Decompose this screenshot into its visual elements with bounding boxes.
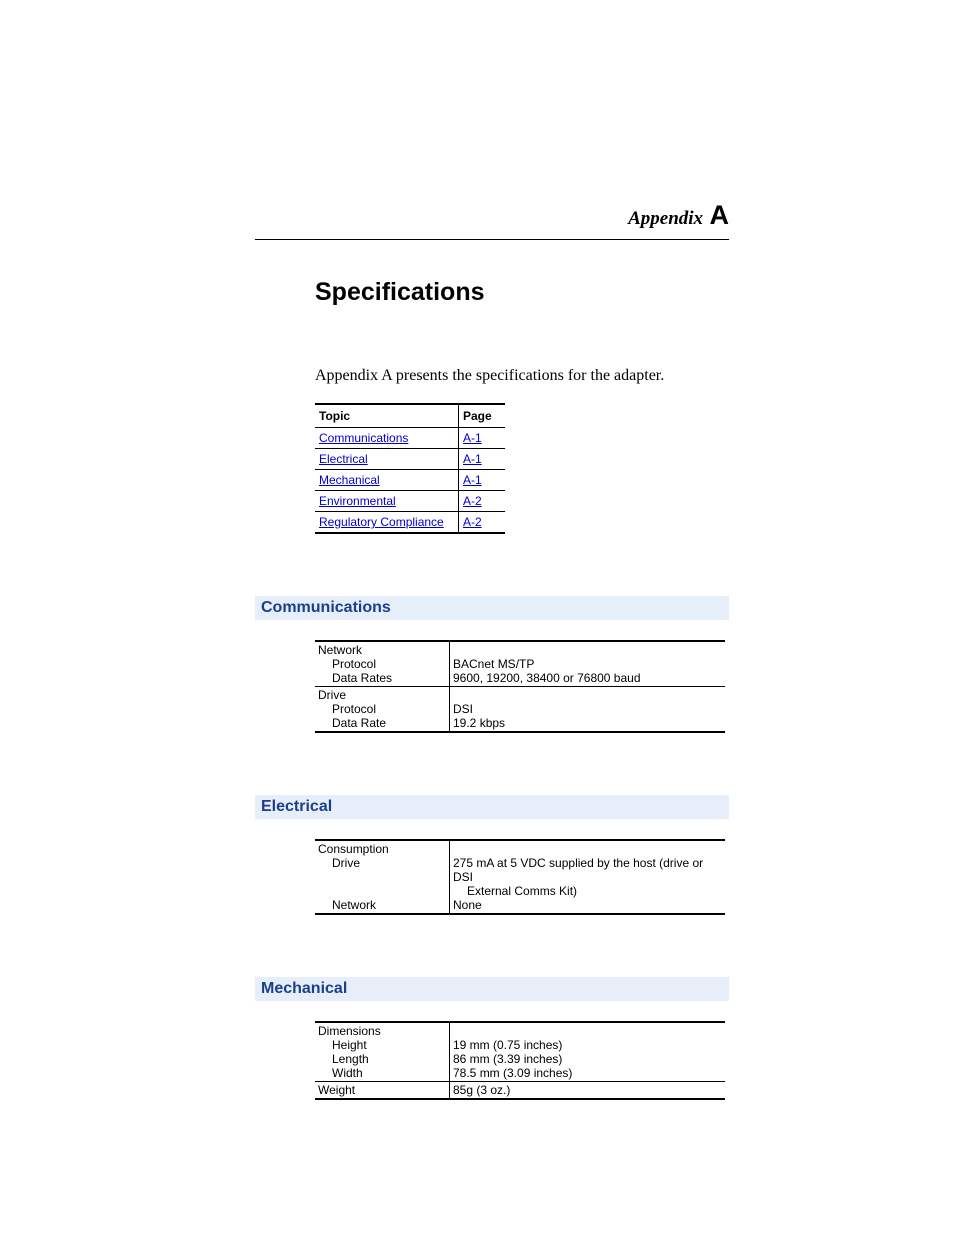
- appendix-header: Appendix A: [255, 200, 729, 240]
- mech-weight-value: 85g (3 oz.): [450, 1082, 726, 1100]
- elec-value: 275 mA at 5 VDC supplied by the host (dr…: [450, 840, 726, 914]
- toc-head-topic: Topic: [315, 404, 459, 428]
- toc-topic-link[interactable]: Electrical: [315, 449, 459, 470]
- page-title: Specifications: [315, 278, 729, 307]
- comm-group-label: Network Protocol Data Rates: [315, 641, 450, 687]
- mech-weight-label: Weight: [315, 1082, 450, 1100]
- toc-row: Regulatory Compliance A-2: [315, 512, 505, 534]
- electrical-table: Consumption Drive Network 275 mA at 5 VD…: [315, 839, 725, 915]
- comm-group-value: BACnet MS/TP 9600, 19200, 38400 or 76800…: [450, 641, 726, 687]
- toc-topic-link[interactable]: Communications: [315, 428, 459, 449]
- appendix-letter: A: [710, 200, 730, 230]
- section-heading-mechanical: Mechanical: [255, 977, 729, 1001]
- toc-topic-link[interactable]: Environmental: [315, 491, 459, 512]
- section-heading-communications: Communications: [255, 596, 729, 620]
- elec-label: Consumption Drive Network: [315, 840, 450, 914]
- comm-group-label: Drive Protocol Data Rate: [315, 687, 450, 733]
- comm-group-value: DSI 19.2 kbps: [450, 687, 726, 733]
- mech-dim-value: 19 mm (0.75 inches) 86 mm (3.39 inches) …: [450, 1022, 726, 1082]
- toc-row: Electrical A-1: [315, 449, 505, 470]
- toc-page-link[interactable]: A-1: [459, 428, 506, 449]
- toc-page-link[interactable]: A-2: [459, 512, 506, 534]
- page: Appendix A Specifications Appendix A pre…: [0, 0, 954, 1100]
- appendix-label: Appendix: [628, 208, 703, 229]
- toc-row: Communications A-1: [315, 428, 505, 449]
- communications-table: Network Protocol Data Rates BACnet MS/TP…: [315, 640, 725, 733]
- section-heading-electrical: Electrical: [255, 795, 729, 819]
- toc-row: Environmental A-2: [315, 491, 505, 512]
- toc-page-link[interactable]: A-2: [459, 491, 506, 512]
- mechanical-table: Dimensions Height Length Width 19 mm (0.…: [315, 1021, 725, 1100]
- toc-topic-link[interactable]: Regulatory Compliance: [315, 512, 459, 534]
- toc-topic-link[interactable]: Mechanical: [315, 470, 459, 491]
- toc-row: Mechanical A-1: [315, 470, 505, 491]
- mech-dim-label: Dimensions Height Length Width: [315, 1022, 450, 1082]
- toc-page-link[interactable]: A-1: [459, 449, 506, 470]
- toc-table: Topic Page Communications A-1 Electrical…: [315, 403, 505, 534]
- toc-page-link[interactable]: A-1: [459, 470, 506, 491]
- toc-head-page: Page: [459, 404, 506, 428]
- intro-text: Appendix A presents the specifications f…: [315, 367, 729, 385]
